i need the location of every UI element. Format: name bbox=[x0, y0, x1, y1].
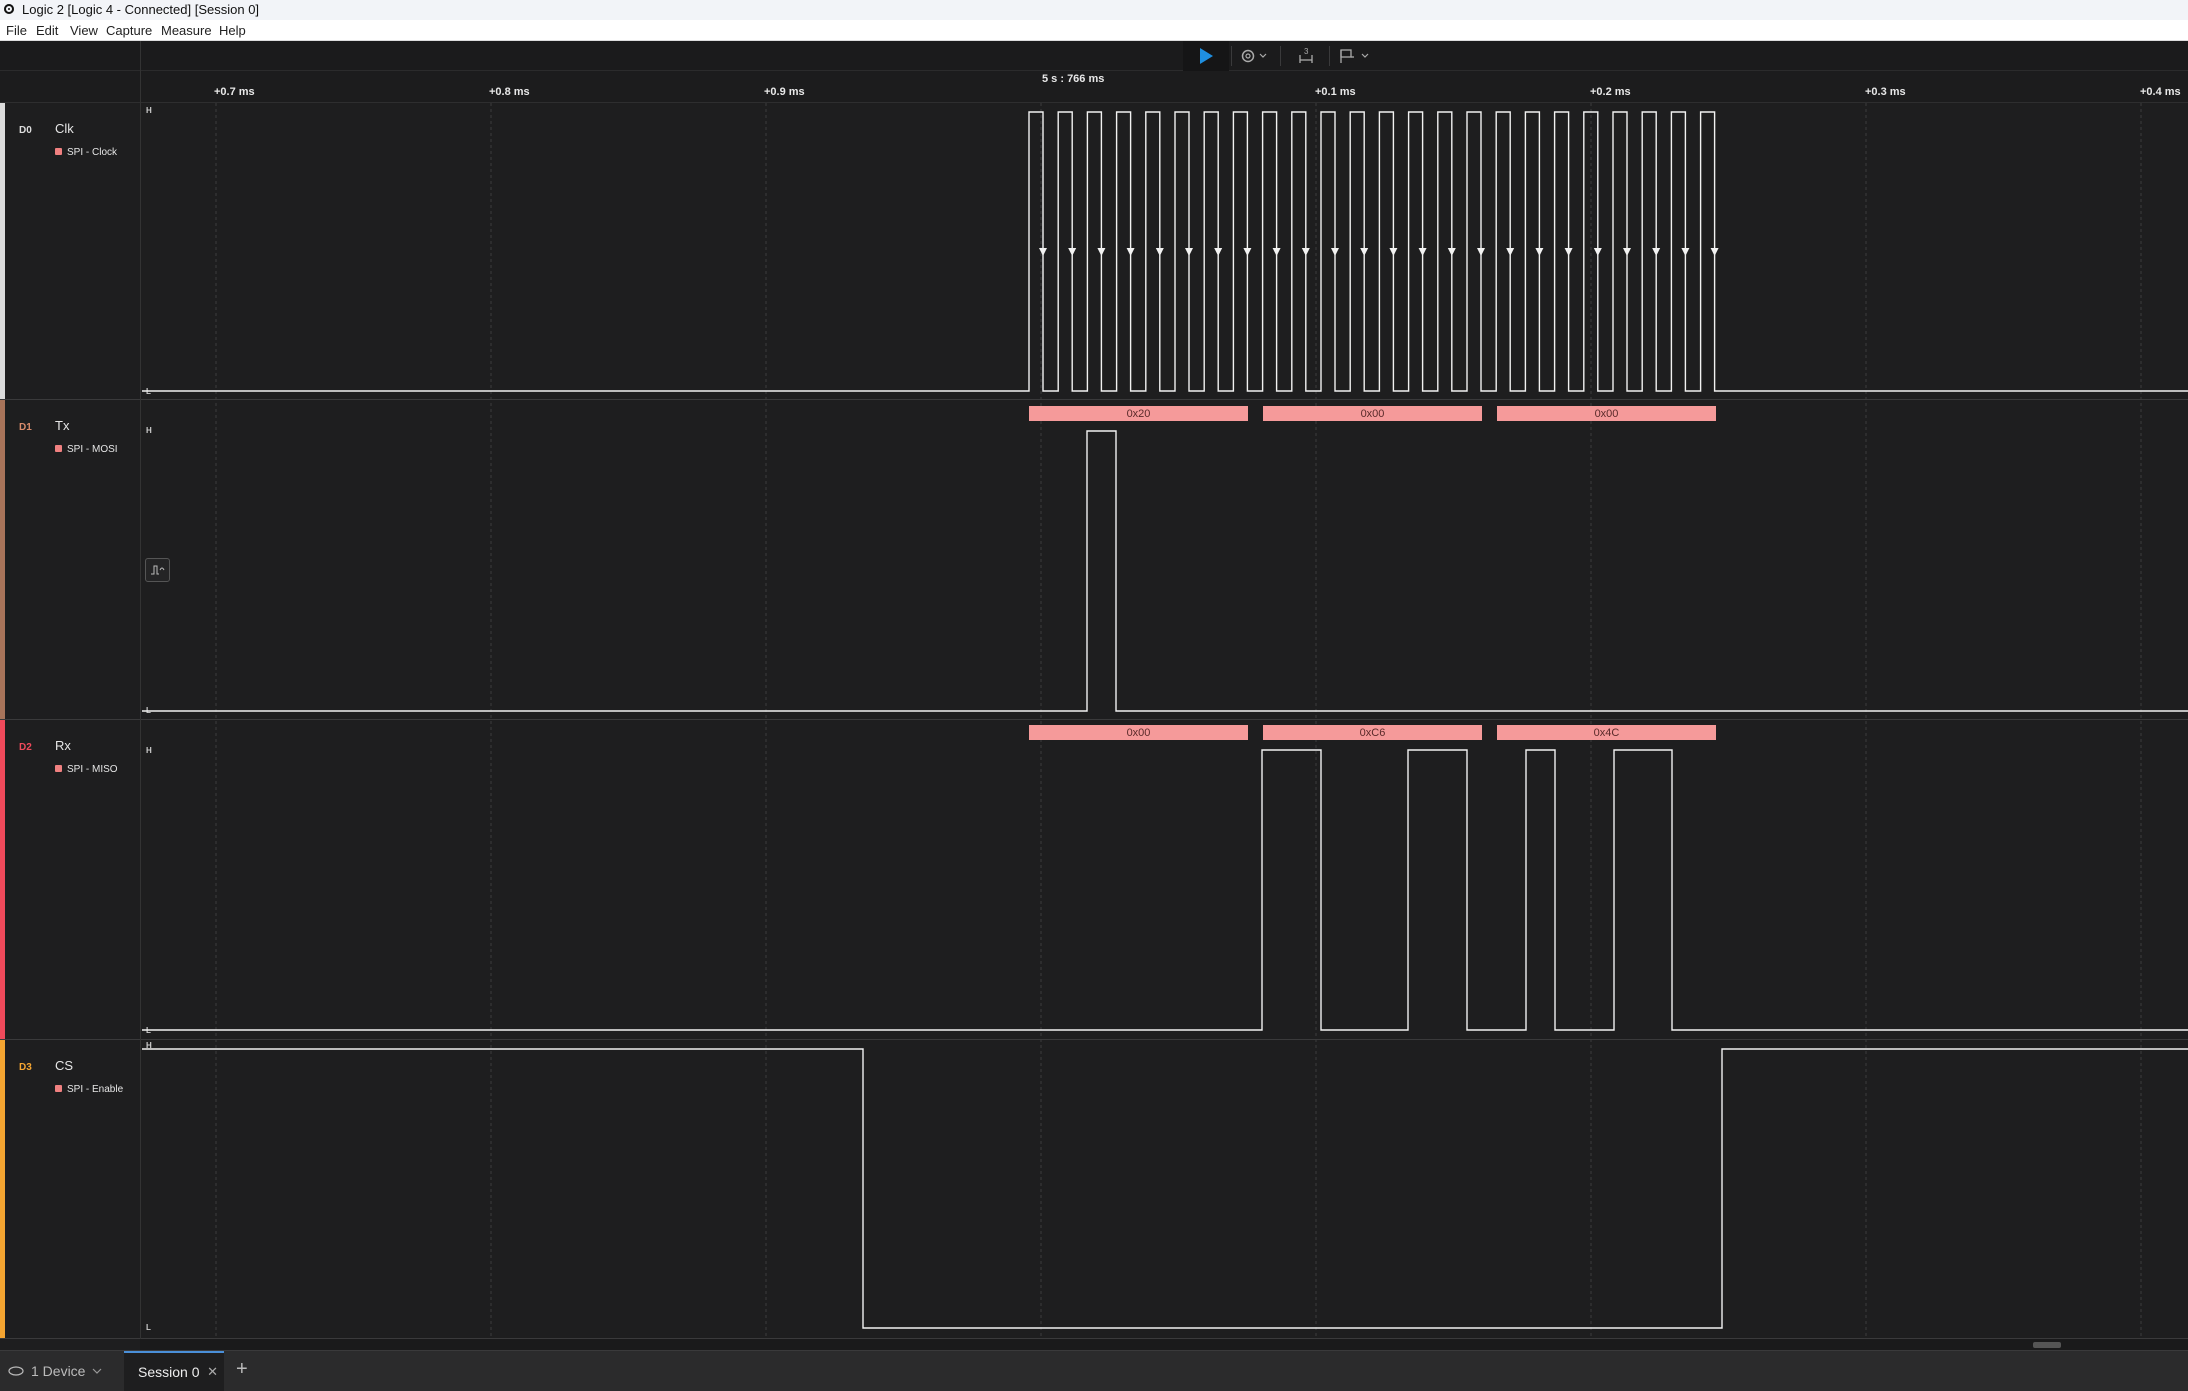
time-tick-label: +0.7 ms bbox=[214, 86, 255, 98]
horizontal-scrollbar[interactable] bbox=[140, 1339, 2188, 1350]
channel-id: D0 bbox=[19, 125, 32, 136]
marker-count: 3 bbox=[1304, 47, 1309, 56]
tab-session-0[interactable]: Session 0 ✕ bbox=[124, 1351, 224, 1391]
window-titlebar: Logic 2 [Logic 4 - Connected] [Session 0… bbox=[0, 0, 2188, 20]
time-tick-label: +0.9 ms bbox=[764, 86, 805, 98]
device-icon bbox=[8, 1366, 24, 1376]
analyzer-label: SPI - MOSI bbox=[67, 444, 118, 455]
menu-edit[interactable]: Edit bbox=[36, 20, 58, 41]
analyzer-label: SPI - MISO bbox=[67, 764, 118, 775]
cursor-time-readout: 5 s : 766 ms bbox=[1042, 73, 1105, 85]
level-low-label: L bbox=[146, 706, 151, 715]
channel-row-d0[interactable]: D0 Clk SPI - Clock H L bbox=[0, 103, 2188, 400]
close-icon[interactable]: ✕ bbox=[207, 1364, 218, 1380]
channel-row-d2[interactable]: D2 Rx SPI - MISO H L bbox=[0, 720, 2188, 1040]
level-high-label: H bbox=[146, 426, 152, 435]
time-tick-label: +0.3 ms bbox=[1865, 86, 1906, 98]
menu-bar: File Edit View Capture Measure Help bbox=[0, 20, 2188, 41]
level-high-label: H bbox=[146, 1041, 152, 1050]
device-settings-icon bbox=[1241, 49, 1267, 63]
device-settings-button[interactable] bbox=[1237, 41, 1273, 71]
toolbar-separator bbox=[1329, 46, 1330, 66]
menu-measure[interactable]: Measure bbox=[161, 20, 212, 41]
analyzer-label: SPI - Enable bbox=[67, 1084, 124, 1095]
menu-file[interactable]: File bbox=[6, 20, 27, 41]
session-tab-label: Session 0 bbox=[138, 1364, 200, 1380]
level-high-label: H bbox=[146, 106, 152, 115]
channel-name[interactable]: CS bbox=[55, 1058, 73, 1073]
analyzer-tag[interactable]: SPI - MISO bbox=[55, 764, 118, 775]
channel-color-strip bbox=[0, 400, 5, 719]
waveform-toggle-icon bbox=[150, 565, 164, 575]
time-tick-label: +0.4 ms bbox=[2140, 86, 2181, 98]
device-tab[interactable]: 1 Device bbox=[8, 1359, 102, 1383]
play-icon bbox=[1200, 48, 1213, 64]
timing-marker-button[interactable]: 3 bbox=[1289, 41, 1323, 71]
analyzer-color-dot bbox=[55, 1084, 62, 1092]
time-tick-label: +0.8 ms bbox=[489, 86, 530, 98]
analyzer-tag[interactable]: SPI - MOSI bbox=[55, 444, 118, 455]
timeline-ruler[interactable]: 5 s : 766 ms +0.7 ms +0.8 ms +0.9 ms +0.… bbox=[0, 71, 2188, 103]
analyzer-color-dot bbox=[55, 764, 62, 772]
analyzer-color-dot bbox=[55, 444, 62, 452]
channel-name[interactable]: Clk bbox=[55, 121, 74, 136]
toolbar-separator bbox=[1280, 46, 1281, 66]
channel-name[interactable]: Rx bbox=[55, 738, 71, 753]
channel-row-d3[interactable]: D3 CS SPI - Enable H L bbox=[0, 1040, 2188, 1339]
logic-app-icon bbox=[4, 4, 14, 14]
capture-toolbar: 3 bbox=[0, 41, 2188, 71]
chevron-down-icon bbox=[93, 1368, 102, 1374]
analyzer-label: SPI - Clock bbox=[67, 147, 118, 158]
channel-color-strip bbox=[0, 103, 5, 399]
menu-view[interactable]: View bbox=[70, 20, 98, 41]
device-tab-label: 1 Device bbox=[31, 1363, 86, 1379]
level-low-label: L bbox=[146, 1323, 151, 1332]
analyzer-tag[interactable]: SPI - Clock bbox=[55, 147, 117, 158]
menu-help[interactable]: Help bbox=[219, 20, 246, 41]
analog-toggle-button[interactable] bbox=[145, 558, 170, 582]
timing-marker-icon: 3 bbox=[1299, 47, 1313, 63]
channel-id: D3 bbox=[19, 1062, 32, 1073]
flag-icon bbox=[1340, 49, 1369, 63]
window-title: Logic 2 [Logic 4 - Connected] [Session 0… bbox=[22, 2, 260, 17]
session-tab-bar: 1 Device Session 0 ✕ + bbox=[0, 1350, 2188, 1391]
time-tick-label: +0.2 ms bbox=[1590, 86, 1631, 98]
scrollbar-thumb[interactable] bbox=[2033, 1342, 2061, 1348]
channel-name[interactable]: Tx bbox=[55, 418, 69, 433]
toolbar-separator bbox=[1231, 46, 1232, 66]
channel-id: D2 bbox=[19, 742, 32, 753]
analyzer-tag[interactable]: SPI - Enable bbox=[55, 1084, 123, 1095]
name-column-divider bbox=[140, 41, 141, 1350]
menu-capture[interactable]: Capture bbox=[106, 20, 152, 41]
plus-icon[interactable]: + bbox=[236, 1358, 248, 1381]
channel-row-d1[interactable]: D1 Tx SPI - MOSI H L bbox=[0, 400, 2188, 720]
start-capture-button[interactable] bbox=[1183, 41, 1229, 71]
time-tick-label: +0.1 ms bbox=[1315, 86, 1356, 98]
analyzer-color-dot bbox=[55, 147, 62, 155]
channel-color-strip bbox=[0, 720, 5, 1039]
level-low-label: L bbox=[146, 1026, 151, 1035]
level-low-label: L bbox=[146, 387, 151, 396]
channel-id: D1 bbox=[19, 422, 32, 433]
flag-menu-button[interactable] bbox=[1336, 41, 1374, 71]
level-high-label: H bbox=[146, 746, 152, 755]
channel-color-strip bbox=[0, 1040, 5, 1338]
